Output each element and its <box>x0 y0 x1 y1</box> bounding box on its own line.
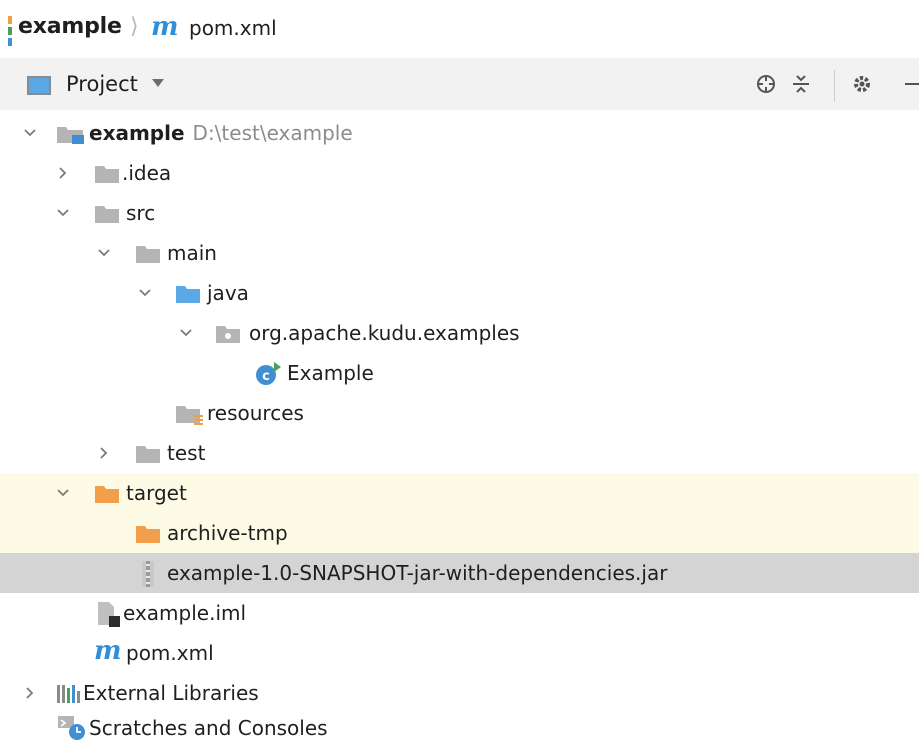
toolbar-separator <box>834 70 835 102</box>
project-view-icon <box>27 76 51 95</box>
locate-icon[interactable] <box>755 73 777 100</box>
chevron-right-icon[interactable] <box>55 165 71 181</box>
breadcrumb-file[interactable]: pom.xml <box>189 16 277 40</box>
folder-icon <box>135 243 161 269</box>
folder-icon <box>94 163 120 189</box>
tree-row-pom[interactable]: m pom.xml <box>0 633 919 673</box>
tree-label-pom: pom.xml <box>126 641 214 665</box>
resources-folder-icon <box>175 403 205 431</box>
hide-icon[interactable] <box>903 73 919 100</box>
chevron-down-icon[interactable] <box>178 325 194 341</box>
tree-row-example-class[interactable]: c Example <box>0 353 919 393</box>
iml-file-icon <box>95 600 123 632</box>
module-folder-icon <box>55 123 85 149</box>
navigation-bar: example ⟩ m pom.xml <box>0 0 919 59</box>
chevron-down-icon[interactable] <box>55 485 71 501</box>
maven-file-icon: m <box>151 12 179 42</box>
tree-label-root: example D:\test\example <box>89 121 353 145</box>
tree-row-scratches[interactable]: Scratches and Consoles <box>0 708 919 748</box>
chevron-down-icon[interactable] <box>152 79 164 87</box>
tree-label-scratches: Scratches and Consoles <box>89 716 328 740</box>
tree-label-resources: resources <box>207 401 304 425</box>
tree-label-archive-tmp: archive-tmp <box>167 521 288 545</box>
tree-row-package[interactable]: org.apache.kudu.examples <box>0 313 919 353</box>
source-folder-icon <box>175 283 201 309</box>
tree-label-java: java <box>207 281 249 305</box>
project-view-selector[interactable]: Project <box>66 72 138 96</box>
tree-row-external-libraries[interactable]: External Libraries <box>0 673 919 713</box>
tree-row-src[interactable]: src <box>0 193 919 233</box>
excluded-folder-icon <box>135 523 161 549</box>
library-icon <box>56 683 84 709</box>
maven-file-icon: m <box>94 636 122 666</box>
tree-label-iml: example.iml <box>123 601 247 625</box>
chevron-down-icon[interactable] <box>22 125 38 141</box>
tree-label-idea: .idea <box>122 161 172 185</box>
folder-icon <box>94 203 120 229</box>
collapse-all-icon[interactable] <box>790 73 812 100</box>
tree-row-jar[interactable]: example-1.0-SNAPSHOT-jar-with-dependenci… <box>0 553 919 593</box>
chevron-down-icon[interactable] <box>55 205 71 221</box>
package-icon <box>215 323 241 349</box>
chevron-down-icon[interactable] <box>96 245 112 261</box>
navbar-marker-icon <box>8 16 12 46</box>
tree-label-package: org.apache.kudu.examples <box>249 321 520 345</box>
tree-row-target[interactable]: target <box>0 473 919 513</box>
tree-row-java[interactable]: java <box>0 273 919 313</box>
tree-row-resources[interactable]: resources <box>0 393 919 433</box>
tree-label-example-class: Example <box>287 361 374 385</box>
tree-label-main: main <box>167 241 217 265</box>
tree-label-target: target <box>126 481 187 505</box>
tree-label-src: src <box>126 201 156 225</box>
chevron-right-icon[interactable] <box>22 685 38 701</box>
scratches-icon <box>56 714 86 746</box>
tree-label-external-libraries: External Libraries <box>83 681 259 705</box>
tree-label-jar: example-1.0-SNAPSHOT-jar-with-dependenci… <box>167 561 668 585</box>
tree-row-main[interactable]: main <box>0 233 919 273</box>
tree-label-test: test <box>167 441 206 465</box>
tree-row-iml[interactable]: example.iml <box>0 593 919 633</box>
tree-row-test[interactable]: test <box>0 433 919 473</box>
jar-file-icon <box>138 560 158 592</box>
tree-row-root[interactable]: example D:\test\example <box>0 113 919 153</box>
breadcrumb-project[interactable]: example <box>18 14 122 39</box>
gear-icon[interactable] <box>851 73 873 100</box>
chevron-down-icon[interactable] <box>137 285 153 301</box>
chevron-right-icon[interactable] <box>96 445 112 461</box>
java-class-icon: c <box>254 361 282 391</box>
folder-icon <box>135 443 161 469</box>
breadcrumb-separator: ⟩ <box>130 14 139 39</box>
tree-row-archive-tmp[interactable]: archive-tmp <box>0 513 919 553</box>
svg-text:c: c <box>262 369 270 384</box>
tree-row-idea[interactable]: .idea <box>0 153 919 193</box>
excluded-folder-icon <box>94 483 120 509</box>
